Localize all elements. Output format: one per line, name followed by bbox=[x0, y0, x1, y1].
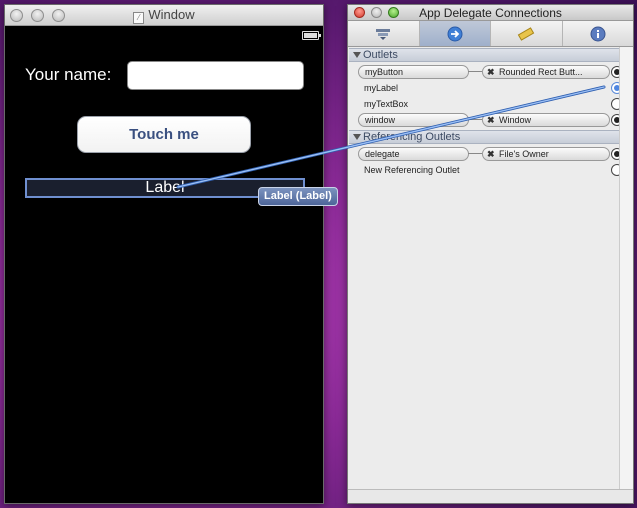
outlets-header-label: Outlets bbox=[363, 49, 398, 61]
disclosure-triangle-icon[interactable] bbox=[353, 52, 361, 58]
outlet-target-label: Rounded Rect Butt... bbox=[499, 67, 583, 77]
referencing-target-label: File's Owner bbox=[499, 149, 549, 159]
outlet-row-window: window ✖ Window bbox=[358, 113, 626, 127]
referencing-outlets-section-header[interactable]: Referencing Outlets bbox=[349, 130, 633, 144]
referencing-header-label: Referencing Outlets bbox=[363, 131, 461, 143]
window-document-icon: ⁄ bbox=[133, 12, 145, 24]
touch-me-button[interactable]: Touch me bbox=[77, 116, 251, 153]
ib-window: ⁄ Window Your name: Touch me Label bbox=[4, 4, 324, 504]
outlet-name: myButton bbox=[358, 65, 469, 79]
inspector-titlebar[interactable]: App Delegate Connections bbox=[348, 5, 633, 21]
inspector-scrollbar[interactable] bbox=[619, 47, 633, 489]
referencing-row-delegate: delegate ✖ File's Owner bbox=[358, 147, 626, 161]
referencing-outlet-name: delegate bbox=[358, 147, 469, 161]
outlet-target-label: Window bbox=[499, 115, 532, 125]
disconnect-x-icon[interactable]: ✖ bbox=[487, 148, 495, 160]
connection-line bbox=[468, 153, 482, 154]
referencing-target[interactable]: ✖ File's Owner bbox=[482, 147, 610, 161]
your-name-label: Your name: bbox=[25, 65, 112, 84]
connections-icon bbox=[447, 26, 463, 41]
tab-connections[interactable] bbox=[419, 21, 491, 46]
size-ruler-icon bbox=[518, 26, 535, 41]
tab-info[interactable] bbox=[563, 21, 634, 46]
outlets-section-header[interactable]: Outlets bbox=[349, 48, 633, 62]
connection-line bbox=[468, 71, 482, 72]
tab-attributes[interactable] bbox=[348, 21, 420, 46]
new-referencing-outlet-label: New Referencing Outlet bbox=[364, 165, 460, 175]
outlet-row-mylabel: myLabel bbox=[358, 81, 626, 95]
outlet-name: window bbox=[358, 113, 469, 127]
attributes-icon bbox=[376, 28, 391, 40]
disconnect-x-icon[interactable]: ✖ bbox=[487, 114, 495, 126]
info-icon bbox=[590, 26, 606, 41]
outlet-name: myTextBox bbox=[364, 99, 409, 109]
inspector-title: App Delegate Connections bbox=[419, 6, 562, 20]
outlet-row-mybutton: myButton ✖ Rounded Rect Butt... bbox=[358, 65, 626, 79]
drag-target-tooltip: Label (Label) bbox=[258, 187, 338, 206]
inspector-tabs bbox=[348, 21, 633, 47]
outlet-target[interactable]: ✖ Window bbox=[482, 113, 610, 127]
outlet-target[interactable]: ✖ Rounded Rect Butt... bbox=[482, 65, 610, 79]
referencing-row-new: New Referencing Outlet bbox=[358, 163, 626, 177]
tab-size[interactable] bbox=[491, 21, 563, 46]
window-titlebar[interactable]: ⁄ Window bbox=[5, 5, 323, 26]
window-title: ⁄ Window bbox=[5, 7, 323, 24]
battery-icon bbox=[302, 31, 321, 40]
disclosure-triangle-icon[interactable] bbox=[353, 134, 361, 140]
connections-inspector: App Delegate Connections Outlets myButto… bbox=[347, 4, 634, 504]
disconnect-x-icon[interactable]: ✖ bbox=[487, 66, 495, 78]
window-title-text: Window bbox=[148, 7, 195, 22]
outlet-name: myLabel bbox=[364, 83, 399, 93]
inspector-bottom-bar bbox=[348, 489, 633, 503]
connection-line bbox=[468, 119, 482, 120]
name-text-field[interactable] bbox=[127, 61, 304, 90]
outlet-row-mytextbox: myTextBox bbox=[358, 97, 626, 111]
